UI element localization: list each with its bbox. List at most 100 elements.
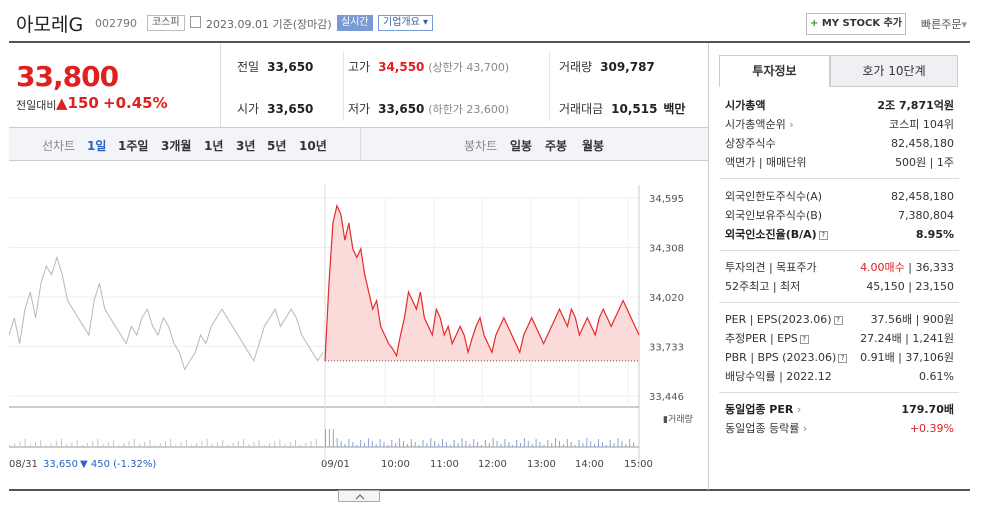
volume-bar	[305, 443, 307, 447]
date-label: 2023.09.01 기준(장마감)	[206, 18, 332, 31]
volume-bar	[625, 444, 627, 447]
volume-bar	[562, 444, 564, 447]
y-tick-label: 33,733	[649, 343, 684, 354]
company-info-dropdown[interactable]: 기업개요 ▾	[378, 15, 434, 31]
volume-bar	[488, 443, 490, 447]
volume-bar	[227, 445, 229, 447]
tab-period-10y[interactable]: 10년	[299, 137, 327, 154]
volume-bar	[527, 441, 529, 447]
info-row: 투자의견 | 목표주가 4.00매수 | 36,333	[725, 261, 954, 274]
volume-bar	[356, 445, 358, 447]
volume-bar	[123, 443, 125, 447]
volume-bar	[328, 429, 330, 447]
volume-bar	[102, 444, 104, 447]
volume-bar	[61, 439, 62, 447]
info-row: 시가총액 2조 7,871억원	[725, 99, 954, 112]
volume-bar	[76, 440, 78, 447]
volume-bar	[284, 444, 286, 447]
volume-bar	[442, 439, 443, 447]
line-chart-label: 선차트	[42, 139, 76, 153]
volume-bar	[574, 445, 576, 447]
change-label: 전일대비	[16, 99, 57, 112]
quick-order-menu[interactable]: 빠른주문▾	[921, 16, 967, 32]
tab-period-3y[interactable]: 3년	[236, 137, 255, 154]
volume-bar	[24, 439, 26, 447]
tab-hoga-10[interactable]: 호가 10단계	[830, 55, 958, 87]
volume-bar	[555, 438, 557, 447]
volume-bar	[364, 443, 365, 447]
volume-bar	[438, 444, 440, 447]
volume-bar	[403, 441, 404, 447]
realtime-button[interactable]: 실시간	[337, 15, 373, 31]
volume-bar	[154, 445, 156, 447]
volume-bar	[170, 439, 172, 447]
volume-bar	[500, 444, 502, 447]
change-value: ▲150	[56, 94, 99, 112]
volume-bar	[206, 439, 208, 447]
volume-bar	[144, 442, 146, 447]
info-row[interactable]: PER | EPS(2023.06)? 37.56배 | 900원	[725, 311, 954, 329]
volume-bar	[613, 443, 615, 447]
info-row[interactable]: 동일업종 등락률 › +0.39%	[725, 420, 954, 438]
chart-expand-button[interactable]	[338, 490, 380, 502]
volume-bar	[352, 442, 354, 447]
volume-bar	[14, 443, 16, 447]
volume-bar	[332, 429, 334, 447]
x-tick-label: 11:00	[430, 459, 459, 470]
tab-candle-day[interactable]: 일봉	[510, 137, 532, 154]
volume-bar	[92, 441, 94, 447]
volume-bar	[248, 444, 250, 447]
volume-bar	[621, 441, 623, 447]
volume-bar	[201, 441, 203, 447]
volume-bar	[232, 443, 234, 447]
volume-bar	[211, 444, 213, 447]
divider	[719, 250, 959, 251]
help-icon[interactable]: ?	[833, 315, 843, 325]
info-row[interactable]: PBR | BPS (2023.06)? 0.91배 | 37,106원	[725, 349, 954, 367]
volume-bar	[617, 438, 619, 447]
volume-bar	[523, 438, 525, 447]
tab-candle-month[interactable]: 월봉	[582, 137, 604, 154]
volume-bar	[531, 444, 533, 447]
x-tick-label: 12:00	[478, 459, 507, 470]
volume-bar	[222, 440, 224, 447]
help-icon[interactable]: ?	[818, 230, 828, 240]
tab-period-1y[interactable]: 1년	[204, 137, 223, 154]
volume-bar	[97, 439, 99, 447]
volume-bar	[414, 442, 416, 447]
volume-bar	[81, 445, 83, 447]
volume-bar	[19, 441, 21, 447]
volume-bar	[237, 441, 239, 447]
volume-bar	[71, 442, 73, 447]
volume-bar	[457, 443, 459, 447]
prev-day-change: ▼ 450 (-1.32%)	[80, 459, 156, 470]
volume-bar	[469, 444, 471, 447]
stat-volume: 거래량 309,787	[559, 60, 655, 74]
volume-bar	[310, 441, 312, 447]
tab-period-1d[interactable]: 1일	[87, 137, 106, 154]
info-row[interactable]: 시가총액순위 › 코스피 104위	[725, 116, 954, 134]
volume-bar	[430, 438, 432, 447]
volume-bar	[371, 441, 373, 447]
tab-period-3m[interactable]: 3개월	[161, 137, 191, 154]
stock-header: 아모레G 002790 코스피 2023.09.01 기준(장마감) 실시간 기…	[0, 0, 1000, 42]
volume-bar	[50, 443, 52, 447]
volume-bar	[336, 438, 338, 447]
tab-candle-week[interactable]: 주봉	[545, 137, 567, 154]
current-price: 33,800	[16, 60, 119, 93]
tab-period-5y[interactable]: 5년	[267, 137, 286, 154]
my-stock-add-button[interactable]: + MY STOCK 추가	[806, 13, 906, 35]
tab-invest-info[interactable]: 투자정보	[719, 55, 830, 87]
info-row[interactable]: 동일업종 PER › 179.70배	[725, 401, 954, 419]
help-icon[interactable]: ?	[799, 334, 809, 344]
volume-bar	[128, 441, 130, 447]
stock-code: 002790	[95, 17, 137, 30]
volume-bar	[165, 441, 166, 447]
volume-bar	[609, 440, 611, 447]
volume-bar	[243, 439, 244, 447]
help-icon[interactable]: ?	[838, 353, 848, 363]
tab-period-1w[interactable]: 1주일	[118, 137, 148, 154]
info-row[interactable]: 외국인소진율(B/A)? 8.95%	[725, 226, 954, 244]
info-row[interactable]: 추정PER | EPS? 27.24배 | 1,241원	[725, 330, 954, 348]
volume-bar	[258, 440, 260, 447]
